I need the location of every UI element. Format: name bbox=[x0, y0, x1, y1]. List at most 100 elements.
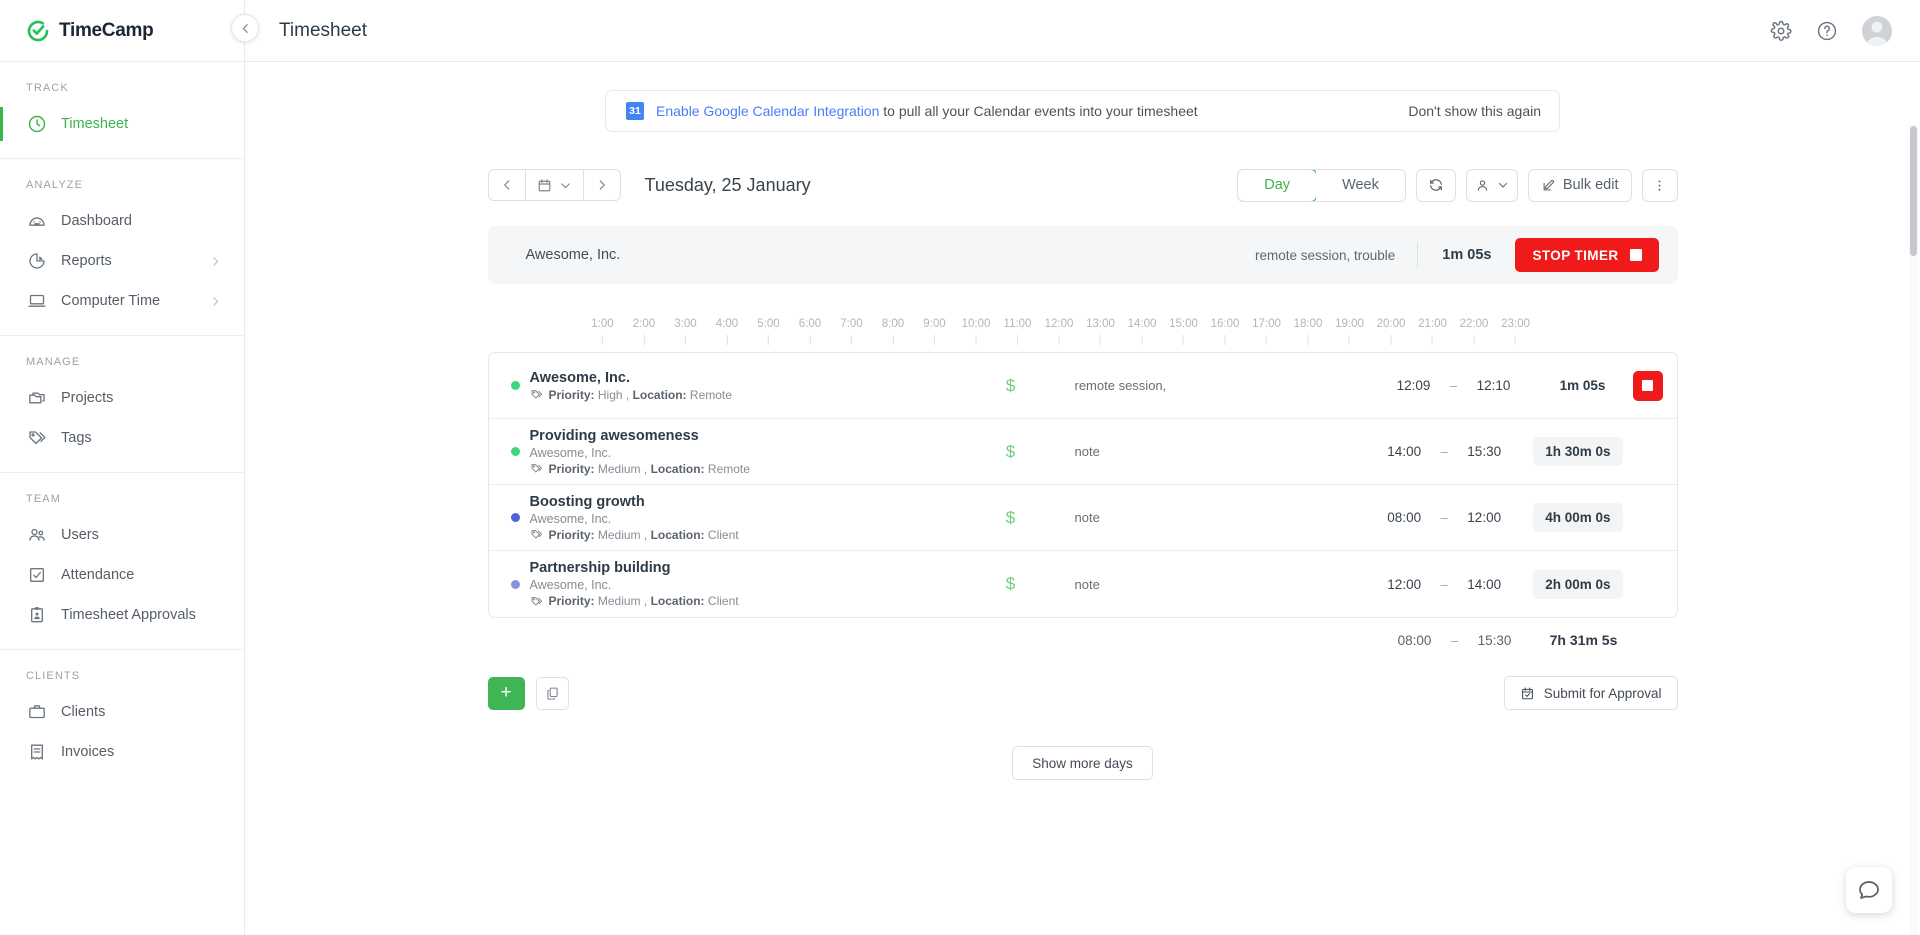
help-icon[interactable] bbox=[1816, 20, 1838, 42]
tab-day[interactable]: Day bbox=[1238, 169, 1318, 201]
topbar: Timesheet bbox=[245, 0, 1920, 62]
submit-for-approval-button[interactable]: Submit for Approval bbox=[1503, 676, 1678, 710]
calendar-picker-button[interactable] bbox=[525, 170, 584, 200]
bulk-edit-button[interactable]: Bulk edit bbox=[1527, 168, 1632, 202]
billable-icon[interactable]: $ bbox=[981, 574, 1041, 594]
sidebar-item-dashboard[interactable]: Dashboard bbox=[0, 201, 244, 241]
next-day-button[interactable] bbox=[583, 170, 620, 200]
entry-note[interactable]: note bbox=[1041, 510, 1271, 525]
edit-icon bbox=[1543, 179, 1554, 190]
duplicate-entry-button[interactable] bbox=[535, 676, 569, 710]
vertical-scrollbar[interactable] bbox=[1909, 124, 1918, 935]
entry-title[interactable]: Partnership building bbox=[530, 560, 739, 576]
ruler-tick-label: 20:00 bbox=[1376, 318, 1406, 330]
sidebar-item-clients[interactable]: Clients bbox=[0, 692, 244, 732]
table-row[interactable]: Awesome, Inc. Priority: High , Location:… bbox=[488, 353, 1677, 419]
user-filter-button[interactable] bbox=[1465, 168, 1518, 202]
tab-week[interactable]: Week bbox=[1316, 169, 1405, 201]
table-row[interactable]: Providing awesomeness Awesome, Inc. Prio… bbox=[488, 419, 1677, 485]
entry-start-time[interactable]: 08:00 bbox=[1377, 510, 1431, 525]
logo[interactable]: TimeCamp bbox=[0, 0, 244, 62]
avatar[interactable] bbox=[1862, 15, 1892, 46]
sidebar-item-tags[interactable]: Tags bbox=[0, 418, 244, 458]
table-row[interactable]: Boosting growth Awesome, Inc. Priority: … bbox=[488, 485, 1677, 551]
scrollbar-thumb[interactable] bbox=[1910, 126, 1917, 256]
sidebar-item-invoices[interactable]: Invoices bbox=[0, 732, 244, 772]
section-label-team: TEAM bbox=[26, 493, 61, 505]
checkbox-icon bbox=[26, 565, 47, 586]
footer-actions: + Submit for Approval bbox=[487, 676, 1678, 710]
ruler-tick-line bbox=[1224, 335, 1226, 345]
refresh-button[interactable] bbox=[1415, 168, 1456, 202]
ruler-tick-line bbox=[643, 335, 645, 345]
hour-ruler: 1:00 2:00 3:00 4:00 5:00 6:00 7:00 8:00 9:00 10:0… bbox=[488, 318, 1678, 352]
ruler-tick-label: 21:00 bbox=[1418, 318, 1447, 330]
entry-duration[interactable]: 2h 00m 0s bbox=[1533, 569, 1623, 599]
stop-timer-button[interactable]: STOP TIMER bbox=[1515, 238, 1659, 272]
entry-texts: Awesome, Inc. Priority: High , Location:… bbox=[530, 370, 732, 402]
entry-title[interactable]: Boosting growth bbox=[530, 494, 739, 510]
laptop-icon bbox=[26, 291, 47, 312]
entry-start-time[interactable]: 12:09 bbox=[1387, 378, 1441, 393]
ruler-tick: 1:00 bbox=[591, 318, 614, 345]
tag-icon bbox=[530, 528, 543, 541]
google-calendar-icon: 31 bbox=[626, 102, 644, 120]
topbar-actions bbox=[1770, 15, 1892, 46]
entry-title[interactable]: Awesome, Inc. bbox=[530, 370, 732, 386]
billable-icon[interactable]: $ bbox=[981, 376, 1041, 396]
entry-end-time[interactable]: 12:00 bbox=[1457, 510, 1511, 525]
sidebar-item-computer-time[interactable]: Computer Time bbox=[0, 281, 244, 321]
sidebar-item-timesheet[interactable]: Timesheet bbox=[0, 104, 244, 144]
section-label-clients: CLIENTS bbox=[26, 670, 81, 682]
main-area: Timesheet 31 Enable Google Calendar Inte… bbox=[245, 0, 1920, 935]
total-start-time: 08:00 bbox=[1397, 632, 1432, 648]
entry-start-time[interactable]: 14:00 bbox=[1377, 444, 1431, 459]
sidebar-collapse-button[interactable] bbox=[231, 14, 259, 42]
entry-times: 08:00 – 12:00 4h 00m 0s bbox=[1377, 503, 1676, 532]
timer-note[interactable]: remote session, trouble bbox=[1255, 242, 1419, 268]
entry-end-time[interactable]: 15:30 bbox=[1457, 444, 1511, 459]
time-dash: – bbox=[1440, 576, 1448, 592]
timer-project-name[interactable]: Awesome, Inc. bbox=[526, 247, 621, 263]
gear-icon[interactable] bbox=[1770, 20, 1792, 42]
sidebar-item-projects[interactable]: Projects bbox=[0, 378, 244, 418]
sidebar-item-users[interactable]: Users bbox=[0, 515, 244, 555]
chat-icon bbox=[1859, 881, 1879, 899]
entry-duration[interactable]: 4h 00m 0s bbox=[1533, 503, 1623, 532]
entry-duration[interactable]: 1h 30m 0s bbox=[1533, 437, 1623, 466]
chevron-down-icon bbox=[1498, 183, 1507, 188]
entry-location-value: Remote bbox=[689, 387, 732, 402]
entry-note[interactable]: note bbox=[1041, 444, 1271, 459]
previous-day-button[interactable] bbox=[488, 170, 526, 200]
enable-gcal-link[interactable]: Enable Google Calendar Integration bbox=[656, 103, 879, 119]
stop-entry-button[interactable] bbox=[1632, 370, 1663, 401]
sidebar-item-attendance[interactable]: Attendance bbox=[0, 555, 244, 595]
ruler-tick-line bbox=[726, 335, 728, 345]
calendar-check-icon bbox=[1521, 686, 1533, 699]
entry-start-time[interactable]: 12:00 bbox=[1377, 577, 1431, 592]
entry-tags: Priority: High , Location: Remote bbox=[530, 388, 732, 402]
ruler-tick-line bbox=[1100, 335, 1101, 345]
sidebar-item-reports[interactable]: Reports bbox=[0, 241, 244, 281]
entry-priority-label: Priority: bbox=[548, 594, 595, 608]
show-more-days-button[interactable]: Show more days bbox=[1012, 746, 1153, 780]
sidebar-item-timesheet-approvals[interactable]: Timesheet Approvals bbox=[0, 595, 244, 635]
dont-show-again-button[interactable]: Don't show this again bbox=[1408, 103, 1541, 119]
content-scroll-area[interactable]: 31 Enable Google Calendar Integration to… bbox=[245, 62, 1920, 935]
entry-note[interactable]: remote session, bbox=[1041, 378, 1271, 393]
chat-widget-button[interactable] bbox=[1846, 867, 1892, 913]
entry-end-time[interactable]: 12:10 bbox=[1467, 378, 1521, 393]
billable-icon[interactable]: $ bbox=[981, 442, 1041, 462]
ruler-tick-line bbox=[1266, 335, 1267, 345]
entry-end-time[interactable]: 14:00 bbox=[1457, 577, 1511, 592]
section-label-track: TRACK bbox=[26, 82, 69, 94]
entry-title[interactable]: Providing awesomeness bbox=[530, 428, 750, 444]
tag-icon bbox=[26, 428, 47, 449]
more-options-button[interactable] bbox=[1641, 168, 1678, 202]
billable-icon[interactable]: $ bbox=[981, 508, 1041, 528]
view-mode-switch: Day Week bbox=[1237, 168, 1406, 202]
add-entry-button[interactable]: + bbox=[487, 676, 525, 710]
clipboard-person-icon bbox=[26, 605, 47, 626]
table-row[interactable]: Partnership building Awesome, Inc. Prior… bbox=[489, 551, 1677, 617]
entry-note[interactable]: note bbox=[1041, 577, 1271, 592]
